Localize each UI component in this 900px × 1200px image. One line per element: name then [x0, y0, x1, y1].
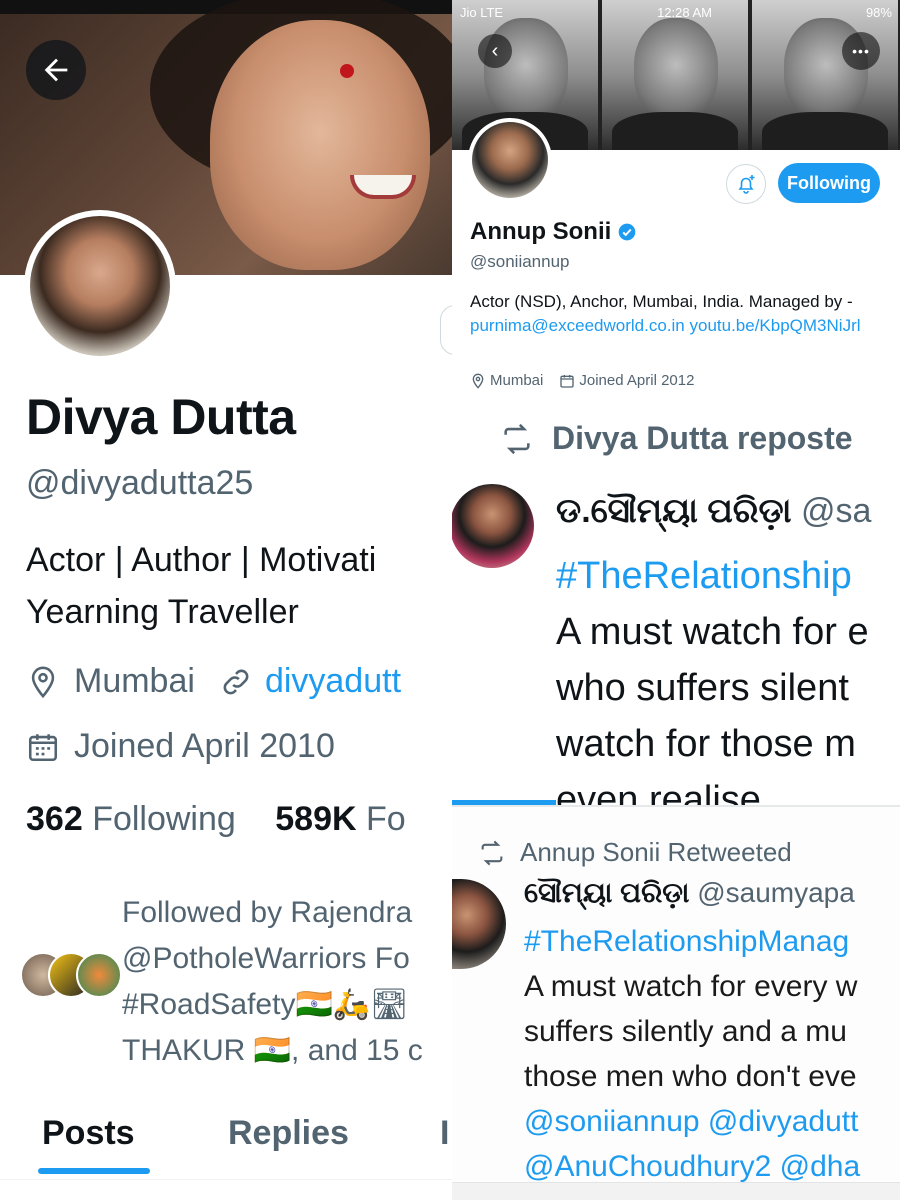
tab-replies[interactable]: Replies [228, 1114, 349, 1153]
profile-meta-right: Mumbai Joined April 2012 [470, 372, 694, 389]
profile-location: Mumbai [74, 662, 195, 700]
post-author-handle: @sa [800, 492, 872, 530]
followed-by-line-3: #RoadSafety🇮🇳🛵🛣 [122, 988, 409, 1021]
banner-bindi-shape [340, 64, 354, 78]
followed-by-text[interactable]: Followed by Rajendra @PotholeWarriors Fo… [122, 890, 423, 1074]
followed-by-line-2: @PotholeWarriors Fo [122, 942, 410, 975]
followers-count: 589K [275, 800, 357, 838]
retweet-hashtag[interactable]: #TheRelationshipManag [524, 919, 860, 964]
profile-name: Divya Dutta [26, 389, 296, 445]
bio-line-2: Yearning Traveller [26, 593, 299, 631]
profile-avatar[interactable] [24, 210, 176, 362]
battery-label: 98% [865, 4, 892, 20]
followed-by-line-4: THAKUR 🇮🇳, and 15 c [122, 1034, 423, 1067]
followers-link[interactable]: 589K Fo [275, 800, 405, 838]
avatar-photo-right [472, 122, 548, 198]
post-line-4: even realise [556, 779, 761, 805]
profile-name-right: Annup Sonii [470, 218, 637, 246]
post-line-3: watch for those m [556, 723, 856, 765]
post-author-name: ଡ.ସୌମ୍ୟା ପରିଡ଼ା [556, 492, 792, 530]
retweet-line-1: A must watch for every w [524, 970, 858, 1003]
followers-label: Fo [366, 800, 406, 838]
followed-by-line-1: Followed by Rajendra [122, 896, 413, 929]
avatar-photo [30, 216, 170, 356]
location-icon [472, 373, 484, 389]
retweet-mentions-1[interactable]: @soniiannup @divyadutt [524, 1099, 860, 1144]
post-author-avatar[interactable] [452, 484, 534, 568]
bio-email-link[interactable]: purnima@exceedworld.co.in [470, 316, 685, 335]
screenshot-collage: Divya Dutta @divyadutta25 Actor | Author… [0, 0, 900, 1200]
notify-button[interactable] [726, 164, 766, 204]
retweet-line-2: suffers silently and a mu [524, 1015, 847, 1048]
tab-next-fragment[interactable]: I [440, 1114, 449, 1153]
following-link[interactable]: 362 Following [26, 800, 236, 838]
post-body: #TheRelationship A must watch for e who … [556, 548, 869, 805]
right-profile-panel: Jio LTE 12:28 AM 98% ‹ ••• Following Ann… [452, 0, 900, 805]
retweet-label: Annup Sonii Retweeted [520, 837, 792, 867]
edge-button-fragment[interactable] [440, 305, 452, 355]
retweet-icon [481, 840, 503, 865]
profile-bio-right: Actor (NSD), Anchor, Mumbai, India. Mana… [470, 290, 894, 338]
repost-context: Divya Dutta reposte [500, 420, 853, 457]
location-icon [31, 666, 55, 698]
retweet-body: #TheRelationshipManag A must watch for e… [524, 919, 860, 1189]
repost-label: Divya Dutta reposte [552, 420, 853, 456]
profile-location-right: Mumbai [490, 372, 544, 389]
left-profile-panel: Divya Dutta @divyadutta25 Actor | Author… [0, 0, 452, 1200]
profile-bio: Actor | Author | Motivati Yearning Trave… [26, 534, 376, 638]
clock-label: 12:28 AM [657, 4, 712, 20]
profile-meta-row: Mumbai divyadutt [26, 662, 401, 701]
post-line-2: who suffers silent [556, 667, 849, 709]
calendar-icon [28, 733, 58, 761]
profile-handle-right: @soniiannup [470, 252, 570, 271]
retweet-panel: Annup Sonii Retweeted ସୌମ୍ୟା ପରିଡ଼ା @sau… [452, 805, 900, 1200]
post-hashtag[interactable]: #TheRelationship [556, 548, 869, 604]
profile-joined-date: Joined April 2010 [74, 727, 335, 765]
more-icon: ••• [852, 43, 870, 59]
back-button-right[interactable]: ‹ [478, 34, 512, 68]
retweet-author-name: ସୌମ୍ୟା ପରିଡ଼ା [524, 877, 690, 908]
retweet-author-avatar[interactable] [452, 879, 506, 969]
profile-joined-right: Joined April 2012 [579, 372, 695, 389]
more-button[interactable]: ••• [842, 32, 880, 70]
bell-add-icon [738, 175, 755, 194]
retweet-author[interactable]: ସୌମ୍ୟା ପରିଡ଼ା @saumyapa [524, 877, 855, 910]
banner-face-shape [210, 20, 430, 270]
phone-status-bar: Jio LTE 12:28 AM 98% [452, 0, 900, 24]
profile-handle: @divyadutta25 [26, 464, 254, 502]
back-arrow-icon [44, 58, 68, 82]
profile-joined-row: Joined April 2010 [26, 727, 335, 766]
post-author[interactable]: ଡ.ସୌମ୍ୟା ପରିଡ଼ା @sa [556, 492, 871, 531]
profile-avatar-right[interactable] [468, 118, 552, 202]
active-tab-indicator [38, 1168, 150, 1174]
calendar-icon [560, 374, 575, 388]
retweet-line-3: those men who don't eve [524, 1060, 857, 1093]
retweet-author-handle: @saumyapa [697, 877, 855, 908]
verified-icon [618, 223, 636, 241]
following-count: 362 [26, 800, 83, 838]
retweet-context: Annup Sonii Retweeted [478, 837, 792, 868]
link-icon [223, 669, 249, 694]
bio-youtube-link[interactable]: youtu.be/KbpQM3NiJrl [689, 316, 860, 335]
back-button[interactable] [26, 40, 86, 100]
bottom-bar-fragment [452, 1182, 900, 1200]
carrier-label: Jio LTE [460, 4, 504, 20]
bio-line-1: Actor | Author | Motivati [26, 541, 377, 579]
following-button[interactable]: Following [778, 163, 880, 203]
post-line-1: A must watch for e [556, 611, 869, 653]
retweet-icon [504, 423, 530, 454]
profile-name-text: Annup Sonii [470, 218, 612, 245]
profile-website-link[interactable]: divyadutt [265, 662, 401, 701]
followed-by-avatar-3 [76, 952, 122, 998]
chevron-left-icon: ‹ [491, 39, 499, 62]
following-label: Following [92, 800, 236, 838]
tab-posts[interactable]: Posts [42, 1114, 135, 1153]
bio-text-right: Actor (NSD), Anchor, Mumbai, India. Mana… [470, 292, 853, 311]
profile-counts: 362 Following 589K Fo [26, 800, 406, 839]
